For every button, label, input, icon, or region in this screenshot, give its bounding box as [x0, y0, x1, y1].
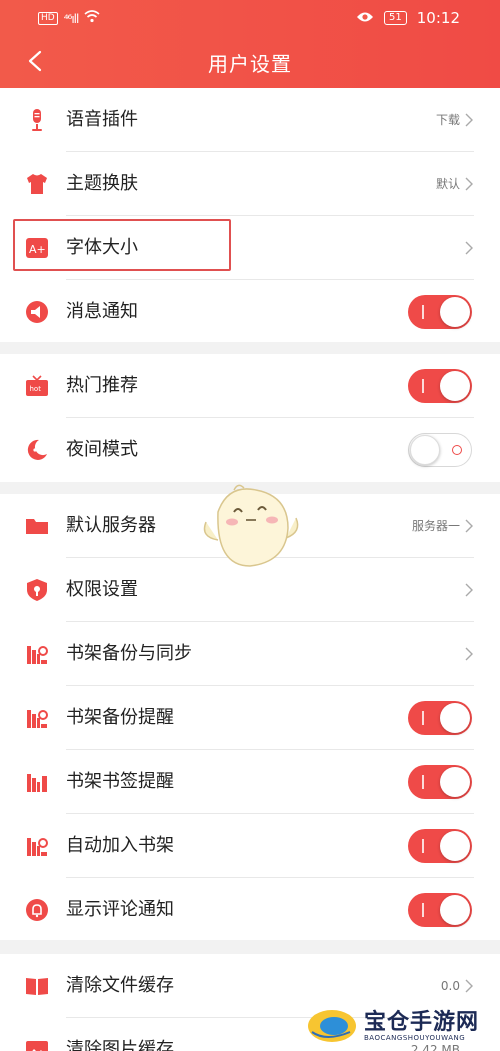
bookshelf-add-icon [25, 834, 49, 858]
signal-icon: ⁴⁶ıll [63, 11, 80, 26]
setting-label: 书架书签提醒 [66, 771, 174, 792]
setting-value: 服务器一 [411, 519, 460, 533]
setting-label: 清除图片缓存 [66, 1039, 174, 1051]
clock: 10:12 [416, 9, 460, 27]
bookshelf-bookmark-icon [25, 770, 49, 794]
book-icon [25, 974, 49, 998]
backup-reminder-toggle[interactable] [408, 701, 472, 735]
setting-label: 书架备份与同步 [66, 643, 192, 664]
notifications-toggle[interactable] [408, 295, 472, 329]
shield-icon [25, 578, 49, 602]
setting-label: 消息通知 [66, 301, 138, 322]
chevron-right-icon [464, 240, 474, 256]
hot-icon: hot [25, 374, 49, 398]
setting-theme[interactable]: 主题换肤 默认 [0, 152, 500, 216]
setting-label: 默认服务器 [66, 515, 156, 536]
setting-label: 清除文件缓存 [66, 975, 174, 996]
bookshelf-sync-icon [25, 642, 49, 666]
setting-label: 夜间模式 [66, 439, 138, 460]
setting-label: 显示评论通知 [66, 899, 174, 920]
watermark-emblem [306, 1002, 358, 1046]
hot-recommend-toggle[interactable] [408, 369, 472, 403]
chevron-right-icon [464, 176, 474, 192]
page-title: 用户设置 [208, 52, 292, 76]
svg-text:hot: hot [30, 385, 42, 393]
microphone-icon [25, 108, 49, 132]
setting-bookshelf-sync[interactable]: 书架备份与同步 [0, 622, 500, 686]
bookshelf-backup-icon [25, 706, 49, 730]
setting-bookshelf-bookmark-reminder: 书架书签提醒 [0, 750, 500, 814]
header-bar: HD ⁴⁶ıll 51 10:12 用户设置 [0, 0, 500, 88]
auto-add-toggle[interactable] [408, 829, 472, 863]
night-mode-toggle[interactable] [408, 433, 472, 467]
battery-icon: 51 [384, 11, 407, 25]
megaphone-icon [25, 300, 49, 324]
setting-label: 自动加入书架 [66, 835, 174, 856]
bookmark-reminder-toggle[interactable] [408, 765, 472, 799]
setting-label: 热门推荐 [66, 375, 138, 396]
watermark-logo: 宝仓手游网 BAOCANGSHOUYOUWANG [300, 996, 500, 1051]
bell-icon [25, 898, 49, 922]
comment-notifications-toggle[interactable] [408, 893, 472, 927]
chevron-right-icon [464, 582, 474, 598]
setting-label: 语音插件 [66, 109, 138, 130]
setting-value: 下载 [435, 113, 460, 127]
setting-night-mode: 夜间模式 [0, 418, 500, 482]
highlight-box [13, 219, 231, 271]
moon-icon [25, 438, 49, 462]
chevron-right-icon [464, 112, 474, 128]
chevron-right-icon [464, 646, 474, 662]
setting-label: 权限设置 [66, 579, 138, 600]
settings-group-general: 语音插件 下载 主题换肤 默认 A+ 字体大小 消息通知 [0, 88, 500, 342]
settings-group-display: hot 热门推荐 夜间模式 [0, 354, 500, 482]
setting-bookshelf-backup-reminder: 书架备份提醒 [0, 686, 500, 750]
chevron-right-icon [464, 518, 474, 534]
tshirt-icon [25, 172, 49, 196]
setting-value: 默认 [435, 177, 460, 191]
setting-label: 主题换肤 [66, 173, 138, 194]
setting-auto-add-bookshelf: 自动加入书架 [0, 814, 500, 878]
eye-icon [356, 9, 374, 27]
setting-notifications: 消息通知 [0, 280, 500, 344]
setting-voice-plugin[interactable]: 语音插件 下载 [0, 88, 500, 152]
wifi-icon [84, 10, 100, 27]
watermark-subtitle: BAOCANGSHOUYOUWANG [364, 1034, 466, 1042]
setting-hot-recommend: hot 热门推荐 [0, 354, 500, 418]
setting-comment-notifications: 显示评论通知 [0, 878, 500, 942]
chevron-right-icon [464, 978, 474, 994]
image-icon [25, 1038, 49, 1051]
folder-icon [25, 514, 49, 538]
mascot-sticker [198, 482, 304, 574]
setting-label: 书架备份提醒 [66, 707, 174, 728]
watermark-title: 宝仓手游网 [364, 1009, 480, 1035]
hd-badge: HD [38, 12, 58, 25]
status-bar: HD ⁴⁶ıll 51 10:12 [0, 0, 500, 38]
